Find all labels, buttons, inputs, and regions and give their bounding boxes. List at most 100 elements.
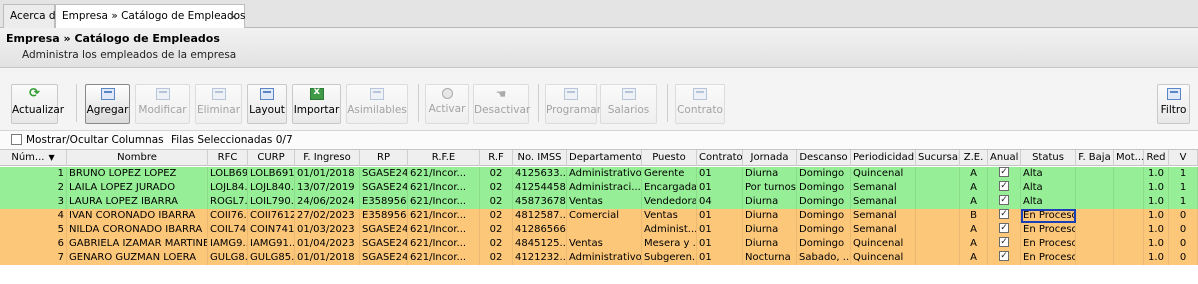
cell-rfc[interactable]: COIL74... xyxy=(208,223,248,237)
cell-jornada[interactable]: Diurna xyxy=(743,195,797,209)
cell-status[interactable]: Alta xyxy=(1021,181,1076,195)
cell-jornada[interactable]: Diurna xyxy=(743,237,797,251)
cell-mot[interactable] xyxy=(1114,181,1144,195)
cell-rfc[interactable]: GULG8... xyxy=(208,251,248,265)
column-header-rp[interactable]: RP xyxy=(360,150,408,166)
cell-fingreso[interactable]: 27/02/2023 xyxy=(295,209,360,223)
cell-sucursal[interactable] xyxy=(916,167,960,181)
cell-imss[interactable]: 412544584 xyxy=(513,181,567,195)
tab-catalogo-empleados[interactable]: Empresa » Catálogo de Empleados × xyxy=(55,4,246,28)
cell-curp[interactable]: LOLB691... xyxy=(248,167,295,181)
cell-mot[interactable] xyxy=(1114,167,1144,181)
cell-ze[interactable]: A xyxy=(960,251,988,265)
column-header-rfe[interactable]: R.F.E xyxy=(408,150,480,166)
cell-num[interactable]: 4 xyxy=(0,209,67,223)
cell-rfc[interactable]: ROGL7... xyxy=(208,195,248,209)
cell-red[interactable]: 1.0 xyxy=(1144,223,1169,237)
cell-rfe[interactable]: 621/Incor... xyxy=(408,251,480,265)
cell-rp[interactable]: SGASE24... xyxy=(360,181,408,195)
cell-fingreso[interactable]: 01/01/2018 xyxy=(295,167,360,181)
cell-rp[interactable]: SGASE24... xyxy=(360,223,408,237)
column-header-red[interactable]: Red xyxy=(1144,150,1169,166)
cell-nombre[interactable]: IVAN CORONADO IBARRA xyxy=(67,209,208,223)
mostrar-columnas-checkbox[interactable] xyxy=(11,134,22,145)
cell-v[interactable]: 0 xyxy=(1169,209,1198,223)
cell-puesto[interactable]: Subgeren... xyxy=(642,251,697,265)
cell-fbaja[interactable] xyxy=(1076,209,1114,223)
cell-num[interactable]: 7 xyxy=(0,251,67,265)
salarios-button[interactable]: Salarios xyxy=(600,84,657,124)
cell-rfe[interactable]: 621/Incor... xyxy=(408,209,480,223)
cell-num[interactable]: 5 xyxy=(0,223,67,237)
cell-descanso[interactable]: Domingo xyxy=(797,209,851,223)
cell-rp[interactable]: E358956... xyxy=(360,195,408,209)
cell-descanso[interactable]: Domingo xyxy=(797,181,851,195)
cell-periodicidad[interactable]: Semanal xyxy=(851,181,916,195)
cell-curp[interactable]: LOIL790... xyxy=(248,195,295,209)
cell-red[interactable]: 1.0 xyxy=(1144,195,1169,209)
cell-ze[interactable]: A xyxy=(960,167,988,181)
cell-fbaja[interactable] xyxy=(1076,167,1114,181)
cell-puesto[interactable]: Mesera y ... xyxy=(642,237,697,251)
cell-periodicidad[interactable]: Quincenal xyxy=(851,251,916,265)
cell-ze[interactable]: A xyxy=(960,195,988,209)
cell-contrato[interactable]: 04 xyxy=(697,195,743,209)
cell-red[interactable]: 1.0 xyxy=(1144,251,1169,265)
table-row[interactable]: 7GENARO GUZMAN LOERAGULG8...GULG85...01/… xyxy=(0,251,1198,265)
column-header-rf[interactable]: R.F xyxy=(480,150,513,166)
cell-red[interactable]: 1.0 xyxy=(1144,167,1169,181)
cell-rfc[interactable]: LOJL84... xyxy=(208,181,248,195)
cell-rf[interactable]: 02 xyxy=(480,223,513,237)
cell-jornada[interactable]: Por turnos xyxy=(743,181,797,195)
eliminar-button[interactable]: Eliminar xyxy=(195,84,242,124)
cell-anual[interactable]: ✓ xyxy=(988,195,1021,209)
layout-button[interactable]: Layout xyxy=(247,84,287,124)
cell-descanso[interactable]: Domingo xyxy=(797,195,851,209)
cell-nombre[interactable]: GENARO GUZMAN LOERA xyxy=(67,251,208,265)
cell-rf[interactable]: 02 xyxy=(480,167,513,181)
cell-sucursal[interactable] xyxy=(916,251,960,265)
table-row[interactable]: 3LAURA LOPEZ IBARRAROGL7...LOIL790...24/… xyxy=(0,195,1198,209)
cell-anual[interactable]: ✓ xyxy=(988,223,1021,237)
cell-status[interactable]: En Proceso xyxy=(1021,237,1076,251)
cell-anual[interactable]: ✓ xyxy=(988,181,1021,195)
cell-sucursal[interactable] xyxy=(916,181,960,195)
anual-checkbox[interactable]: ✓ xyxy=(999,209,1009,219)
cell-puesto[interactable]: Ventas xyxy=(642,209,697,223)
cell-curp[interactable]: COIN741... xyxy=(248,223,295,237)
importar-button[interactable]: Importar xyxy=(292,84,341,124)
cell-contrato[interactable]: 01 xyxy=(697,237,743,251)
cell-nombre[interactable]: NILDA CORONADO IBARRA xyxy=(67,223,208,237)
cell-ze[interactable]: B xyxy=(960,209,988,223)
cell-mot[interactable] xyxy=(1114,209,1144,223)
cell-status[interactable]: En Proceso xyxy=(1021,209,1076,223)
cell-curp[interactable]: GULG85... xyxy=(248,251,295,265)
cell-curp[interactable]: IAMG91... xyxy=(248,237,295,251)
cell-curp[interactable]: LOJL840... xyxy=(248,181,295,195)
cell-fingreso[interactable]: 01/04/2023 xyxy=(295,237,360,251)
cell-mot[interactable] xyxy=(1114,195,1144,209)
cell-ze[interactable]: A xyxy=(960,237,988,251)
cell-rf[interactable]: 02 xyxy=(480,195,513,209)
cell-rfc[interactable]: LOLB69... xyxy=(208,167,248,181)
cell-fbaja[interactable] xyxy=(1076,181,1114,195)
table-row[interactable]: 2LAILA LOPEZ JURADOLOJL84...LOJL840...13… xyxy=(0,181,1198,195)
column-header-jornada[interactable]: Jornada xyxy=(743,150,797,166)
cell-v[interactable]: 1 xyxy=(1169,195,1198,209)
column-header-puesto[interactable]: Puesto xyxy=(642,150,697,166)
cell-fbaja[interactable] xyxy=(1076,223,1114,237)
cell-puesto[interactable]: Vendedora xyxy=(642,195,697,209)
cell-imss[interactable]: 45873678 xyxy=(513,195,567,209)
contrato-button[interactable]: Contrato xyxy=(675,84,725,124)
cell-v[interactable]: 1 xyxy=(1169,181,1198,195)
column-header-fbaja[interactable]: F. Baja xyxy=(1076,150,1114,166)
cell-fingreso[interactable]: 24/06/2024 xyxy=(295,195,360,209)
anual-checkbox[interactable]: ✓ xyxy=(999,223,1009,233)
cell-imss[interactable]: 412865667 xyxy=(513,223,567,237)
tab-acerca-de[interactable]: Acerca de xyxy=(3,4,62,28)
cell-ze[interactable]: A xyxy=(960,181,988,195)
table-row[interactable]: 4IVAN CORONADO IBARRACOII76...COII7612..… xyxy=(0,209,1198,223)
cell-anual[interactable]: ✓ xyxy=(988,167,1021,181)
cell-contrato[interactable]: 01 xyxy=(697,223,743,237)
column-header-nombre[interactable]: Nombre xyxy=(67,150,208,166)
